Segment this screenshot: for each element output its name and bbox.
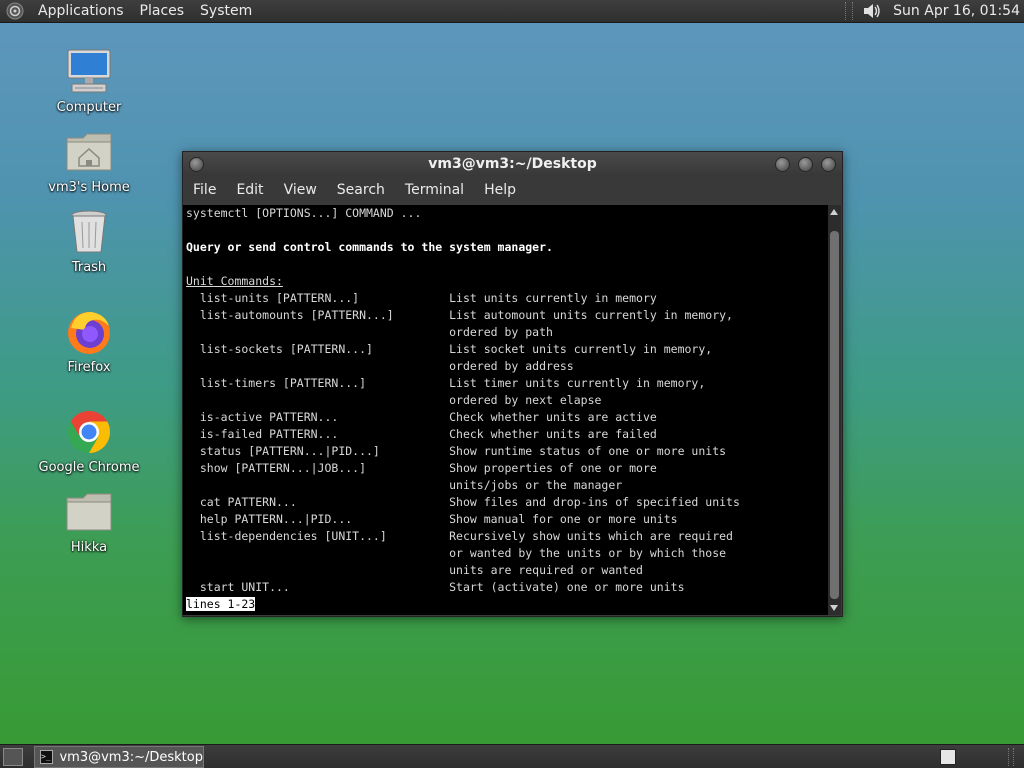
clock[interactable]: Sun Apr 16, 01:54 [893, 3, 1024, 19]
speaker-icon[interactable] [861, 2, 883, 20]
terminal-line: ordered by path [186, 325, 553, 339]
minimize-button[interactable] [775, 157, 790, 172]
desktop-icon-computer[interactable]: Computer [34, 46, 144, 115]
scroll-down-arrow-icon[interactable] [830, 605, 838, 611]
home-folder-icon [66, 133, 112, 171]
trash-icon-wrap [63, 206, 115, 258]
terminal-line: start UNIT... Start (activate) one or mo… [186, 580, 685, 594]
terminal-line: show [PATTERN...|JOB...] Show properties… [186, 461, 657, 475]
taskbar-item-label: vm3@vm3:~/Desktop [59, 749, 203, 765]
terminal-line: is-failed PATTERN... Check whether units… [186, 427, 657, 441]
applications-menu[interactable]: Applications [30, 0, 132, 22]
terminal-scrollbar[interactable] [828, 205, 841, 615]
scroll-up-arrow-icon[interactable] [830, 209, 838, 215]
home-icon-wrap [63, 126, 115, 178]
desktop-icon-hikka[interactable]: Hikka [34, 486, 144, 555]
computer-icon [67, 49, 111, 93]
terminal-output[interactable]: systemctl [OPTIONS...] COMMAND ... Query… [183, 205, 828, 615]
taskbar-item-terminal[interactable]: >_ vm3@vm3:~/Desktop [34, 746, 204, 768]
window-titlebar[interactable]: vm3@vm3:~/Desktop [183, 152, 842, 176]
desktop-icon-label: Google Chrome [38, 460, 140, 475]
terminal-line: list-units [PATTERN...] List units curre… [186, 291, 657, 305]
terminal-line: help PATTERN...|PID... Show manual for o… [186, 512, 678, 526]
menu-search[interactable]: Search [327, 176, 395, 204]
terminal-window: vm3@vm3:~/Desktop File Edit View Search … [182, 151, 843, 617]
terminal-heading: Query or send control commands to the sy… [186, 240, 553, 254]
panel-separator [1008, 748, 1014, 766]
chrome-icon [67, 411, 111, 453]
terminal-line: list-automounts [PATTERN...] List automo… [186, 308, 733, 322]
trash-icon [71, 210, 107, 253]
terminal-line: ordered by next elapse [186, 393, 602, 407]
menu-help[interactable]: Help [474, 176, 526, 204]
desktop-icon-chrome[interactable]: Google Chrome [34, 406, 144, 475]
terminal-line: status [PATTERN...|PID...] Show runtime … [186, 444, 727, 458]
terminal-line: is-active PATTERN... Check whether units… [186, 410, 657, 424]
terminal-line: list-dependencies [UNIT...] Recursively … [186, 529, 733, 543]
terminal-menubar: File Edit View Search Terminal Help [183, 176, 842, 204]
terminal-line: list-timers [PATTERN...] List timer unit… [186, 376, 706, 390]
menu-edit[interactable]: Edit [226, 176, 273, 204]
terminal-line: units/jobs or the manager [186, 478, 623, 492]
workspace-switcher[interactable] [940, 749, 956, 765]
terminal-icon: >_ [40, 750, 54, 764]
scrollbar-thumb[interactable] [830, 231, 839, 599]
desktop-icon-label: Hikka [70, 540, 108, 555]
menu-terminal[interactable]: Terminal [395, 176, 474, 204]
desktop-icon-label: Trash [71, 260, 107, 275]
terminal-line: units are required or wanted [186, 563, 643, 577]
pager-status-line: lines 1-23 [186, 597, 256, 611]
menu-view[interactable]: View [274, 176, 327, 204]
terminal-line: ordered by address [186, 359, 574, 373]
gnome-foot-icon[interactable] [6, 2, 24, 20]
terminal-line: systemctl [OPTIONS...] COMMAND ... [186, 206, 422, 220]
terminal-section-title: Unit Commands: [186, 274, 283, 288]
chrome-icon-wrap [63, 406, 115, 458]
desktop-icon-home[interactable]: vm3's Home [34, 126, 144, 195]
computer-icon-wrap [63, 46, 115, 98]
desktop-icon-label: vm3's Home [48, 180, 130, 195]
terminal-line: list-sockets [PATTERN...] List socket un… [186, 342, 713, 356]
panel-separator [845, 2, 854, 20]
close-button[interactable] [821, 157, 836, 172]
menu-file[interactable]: File [183, 176, 226, 204]
maximize-button[interactable] [798, 157, 813, 172]
firefox-icon [68, 312, 110, 354]
desktop-icon-firefox[interactable]: Firefox [34, 306, 144, 375]
folder-icon [66, 493, 112, 531]
system-menu[interactable]: System [192, 0, 260, 22]
top-panel: Applications Places System Sun Apr 16, 0… [0, 0, 1024, 23]
show-desktop-button[interactable] [3, 748, 23, 766]
window-menu-button[interactable] [189, 157, 204, 172]
bottom-panel: >_ vm3@vm3:~/Desktop [0, 744, 1024, 768]
desktop-icon-trash[interactable]: Trash [34, 206, 144, 275]
terminal-line: or wanted by the units or by which those [186, 546, 727, 560]
desktop-icon-label: Computer [56, 100, 122, 115]
desktop-icon-label: Firefox [67, 360, 111, 375]
firefox-icon-wrap [63, 306, 115, 358]
terminal-line: cat PATTERN... Show files and drop-ins o… [186, 495, 740, 509]
places-menu[interactable]: Places [132, 0, 193, 22]
window-title: vm3@vm3:~/Desktop [428, 156, 597, 172]
folder-icon-wrap [63, 486, 115, 538]
